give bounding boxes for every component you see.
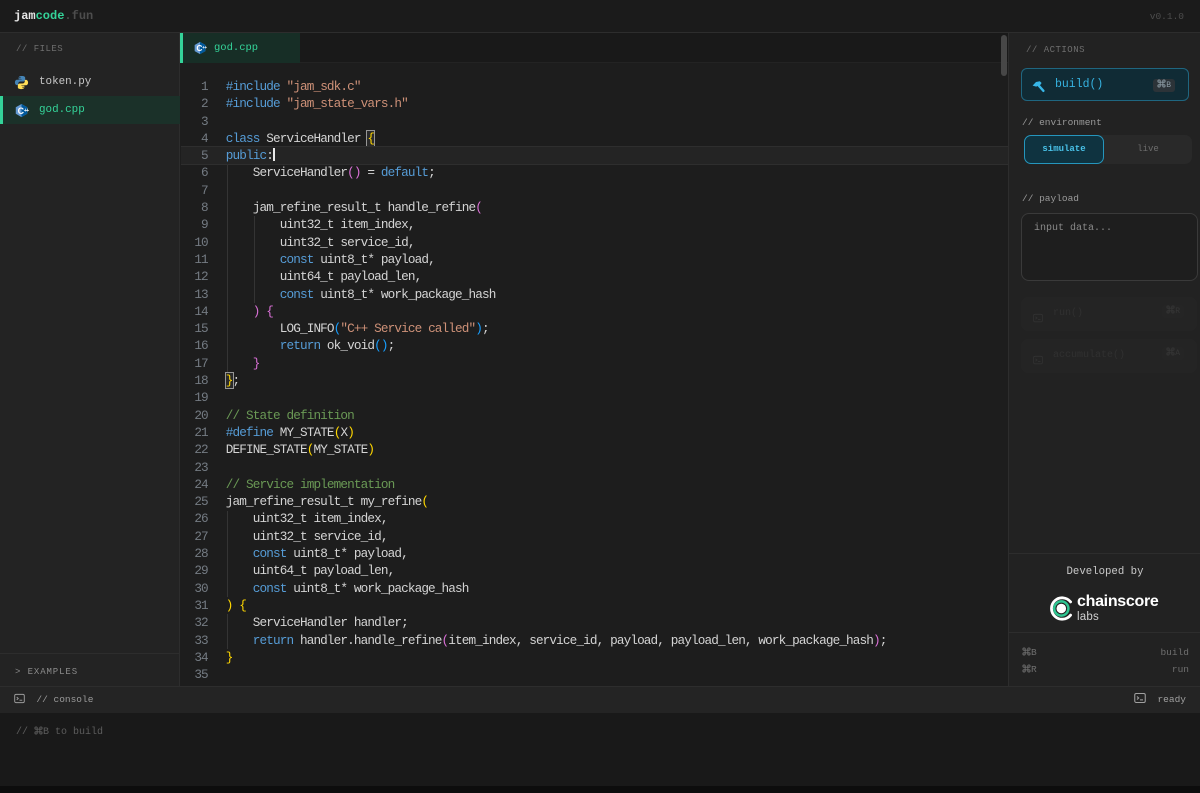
svg-text:+: + (26, 108, 29, 114)
svg-text:+: + (204, 46, 207, 51)
